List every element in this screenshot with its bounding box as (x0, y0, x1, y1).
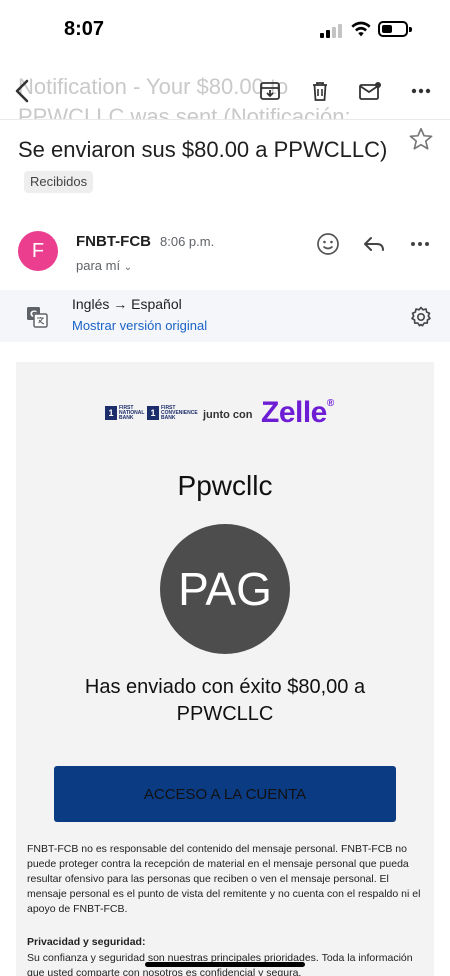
sender-name[interactable]: FNBT-FCB (76, 233, 151, 250)
sent-time: 8:06 p.m. (160, 234, 215, 249)
zelle-logo: Zelle® (261, 396, 334, 429)
trash-icon (313, 82, 327, 101)
gear-icon[interactable] (409, 305, 433, 329)
back-arrow-icon (15, 79, 29, 103)
home-indicator (145, 962, 305, 967)
subject-text: Se enviaron sus $80.00 a PPWCLLC) (18, 137, 388, 162)
recipient-toggle[interactable]: para mí ⌄ (76, 258, 132, 273)
mail-icon (359, 82, 381, 100)
recipient-label: para mí (76, 258, 121, 273)
inbox-label-chip[interactable]: Recibidos (24, 171, 94, 194)
reply-icon[interactable] (362, 232, 386, 256)
mark-unread-button[interactable] (355, 76, 385, 106)
translation-languages: Inglés → Español (72, 296, 182, 312)
junto-con-text: junto con (203, 409, 253, 421)
star-icon[interactable] (408, 126, 434, 152)
disclaimer-text: FNBT-FCB no es responsable del contenido… (27, 843, 421, 915)
cellular-signal-icon (320, 22, 344, 38)
status-bar: 8:07 (0, 0, 450, 62)
more-horizontal-icon (411, 88, 431, 94)
first-national-bank-logo: 1 FIRST NATIONAL BANK (105, 404, 153, 422)
message-more-icon[interactable] (408, 232, 432, 256)
payee-avatar: PAG (160, 524, 290, 654)
chevron-down-icon: ⌄ (123, 262, 133, 273)
battery-icon (378, 21, 412, 37)
more-options-button[interactable] (406, 76, 436, 106)
header-divider (0, 119, 450, 120)
account-access-button[interactable]: ACCESO A LA CUENTA (54, 766, 396, 822)
archive-button[interactable] (255, 76, 285, 106)
email-subject: Se enviaron sus $80.00 a PPWCLLC) Recibid… (18, 134, 408, 196)
emoji-reaction-icon[interactable] (316, 232, 340, 256)
privacy-heading: Privacidad y seguridad: (27, 936, 146, 948)
success-message: Has enviado con éxito $80,00 a PPWCLLC (84, 676, 366, 725)
brand-logos: 1 FIRST NATIONAL BANK 1 FIRST CONVENIENCE … (105, 396, 355, 432)
show-original-link[interactable]: Mostrar versión original (72, 318, 207, 333)
translate-icon: G (27, 307, 48, 328)
back-button[interactable] (8, 76, 38, 106)
first-convenience-bank-logo: 1 FIRST CONVENIENCE BANK (147, 404, 211, 422)
translation-bar (0, 290, 450, 342)
sender-avatar[interactable]: F (18, 231, 58, 271)
archive-icon (260, 82, 280, 100)
payee-name: Ppwcllc (177, 470, 273, 501)
status-time: 8:07 (64, 18, 105, 40)
delete-button[interactable] (305, 76, 335, 106)
wifi-icon (351, 21, 371, 37)
